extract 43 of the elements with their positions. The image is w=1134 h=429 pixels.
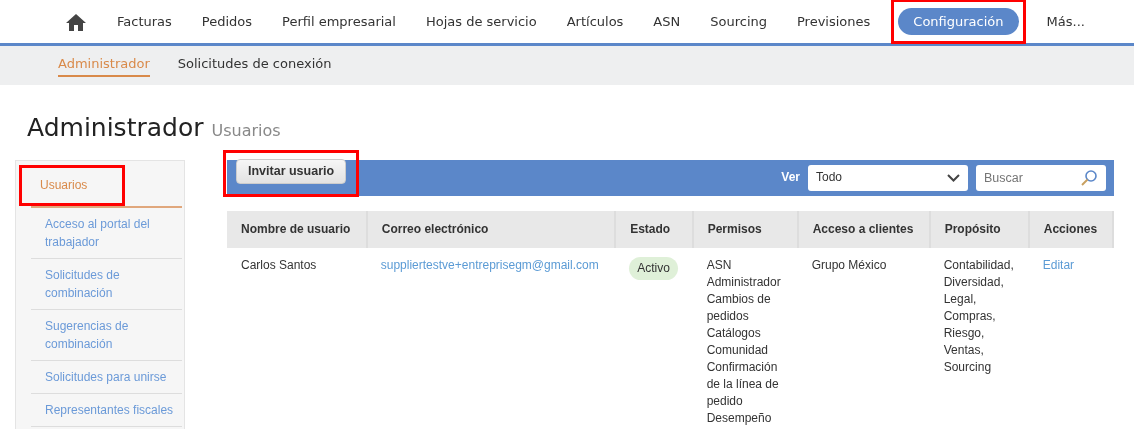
- purpose-text: Ventas,: [943, 341, 985, 359]
- page-subtitle: Usuarios: [211, 120, 281, 142]
- permission-text: Comunidad: [706, 341, 769, 359]
- nav-tab[interactable]: ASN: [638, 7, 696, 36]
- page-title: Administrador: [27, 112, 204, 144]
- status-badge: Activo: [629, 256, 678, 280]
- permission-text: ASN: [706, 256, 733, 274]
- purpose-text: Diversidad,: [943, 273, 1005, 291]
- nav-tab[interactable]: Facturas: [102, 7, 187, 36]
- nav-tab[interactable]: Más...: [1031, 7, 1100, 36]
- column-header: Propósito: [929, 210, 1029, 248]
- view-label: Ver: [781, 169, 800, 186]
- nav-tab[interactable]: Perfil empresarial: [267, 7, 411, 36]
- nav-tab[interactable]: Hojas de servicio: [410, 7, 552, 36]
- permission-text: Desempeño: [706, 409, 773, 427]
- nav-tab[interactable]: Artículos: [551, 7, 639, 36]
- invite-button[interactable]: Invitar usuario: [236, 158, 347, 184]
- purpose-text: Compras,: [943, 307, 997, 325]
- purpose-text: Riesgo,: [943, 324, 986, 342]
- permission-text: Cambios de pedidos: [706, 290, 772, 325]
- table-cell: Grupo México: [797, 247, 930, 429]
- purpose-text: Contabilidad,: [943, 256, 1015, 274]
- column-header: Estado: [615, 210, 693, 248]
- column-header: Acceso a clientes: [797, 210, 930, 248]
- column-header: Nombre de usuario: [227, 210, 367, 248]
- search-field[interactable]: Buscar: [976, 164, 1106, 191]
- purpose-text: Sourcing: [943, 358, 993, 376]
- table-cell: Carlos Santos: [227, 247, 367, 429]
- column-header: Acciones: [1028, 210, 1113, 248]
- permission-text: Administrador: [706, 273, 782, 291]
- search-icon[interactable]: [1080, 168, 1098, 187]
- view-select[interactable]: Todo: [808, 164, 968, 191]
- permission-text: Confirmación de la línea de pedido: [706, 358, 780, 410]
- nav-tab[interactable]: Pedidos: [186, 7, 268, 36]
- permission-text: Catálogos: [706, 324, 762, 342]
- nav-tab[interactable]: Configuración: [898, 7, 1019, 36]
- chevron-down-icon: [947, 173, 960, 182]
- column-header: Permisos: [692, 210, 798, 248]
- column-header: Correo electrónico: [366, 210, 616, 248]
- nav-tab[interactable]: Sourcing: [695, 7, 782, 36]
- purpose-text: Legal,: [943, 290, 978, 308]
- subnav-tab[interactable]: Solicitudes de conexión: [177, 53, 332, 78]
- nav-tab[interactable]: Previsiones: [782, 7, 886, 36]
